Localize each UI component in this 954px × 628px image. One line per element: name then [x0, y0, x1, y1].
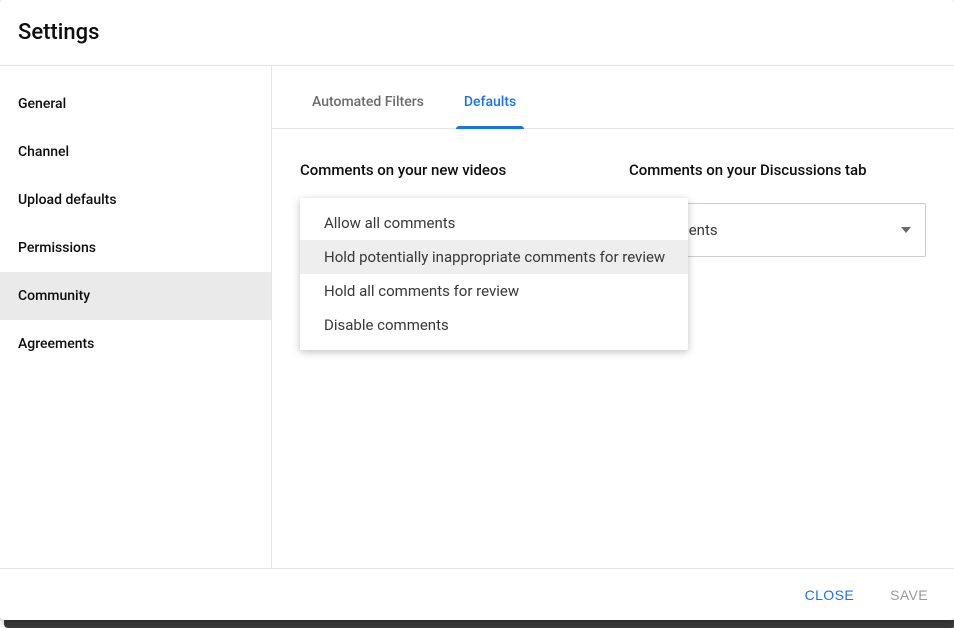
dialog-shadow — [4, 620, 954, 628]
dialog-footer: CLOSE SAVE — [0, 568, 954, 620]
main-panel: Automated Filters Defaults Comments on y… — [272, 66, 954, 568]
save-button[interactable]: SAVE — [886, 581, 932, 609]
sidebar-item-label: Agreements — [18, 336, 94, 352]
dialog-header: Settings — [0, 0, 954, 65]
dropdown-option-allow-all[interactable]: Allow all comments — [300, 206, 688, 240]
dropdown-option-label: Hold potentially inappropriate comments … — [324, 248, 665, 266]
dropdown-option-label: Hold all comments for review — [324, 282, 519, 300]
tabs: Automated Filters Defaults — [272, 66, 954, 129]
sidebar-item-label: Community — [18, 288, 90, 304]
dropdown-option-disable[interactable]: Disable comments — [300, 308, 688, 342]
dropdown-option-label: Disable comments — [324, 316, 449, 334]
tab-defaults[interactable]: Defaults — [456, 94, 524, 128]
dropdown-option-hold-all[interactable]: Hold all comments for review — [300, 274, 688, 308]
sidebar-item-label: Permissions — [18, 240, 96, 256]
dropdown-option-label: Allow all comments — [324, 214, 455, 232]
sidebar-item-community[interactable]: Community — [0, 272, 271, 320]
sidebar-item-label: Upload defaults — [18, 192, 117, 208]
sidebar-item-general[interactable]: General — [0, 80, 271, 128]
sidebar: General Channel Upload defaults Permissi… — [0, 66, 272, 568]
column-new-videos: Comments on your new videos Allow all co… — [300, 161, 597, 257]
sidebar-item-agreements[interactable]: Agreements — [0, 320, 271, 368]
page-title: Settings — [18, 20, 936, 45]
caret-down-icon — [901, 227, 911, 233]
tab-automated-filters[interactable]: Automated Filters — [304, 94, 432, 128]
close-button[interactable]: CLOSE — [801, 581, 858, 609]
section-title-new-videos: Comments on your new videos — [300, 161, 597, 179]
dialog-body: General Channel Upload defaults Permissi… — [0, 65, 954, 568]
sidebar-item-upload-defaults[interactable]: Upload defaults — [0, 176, 271, 224]
sidebar-item-label: General — [18, 96, 66, 112]
settings-dialog: Settings General Channel Upload defaults… — [0, 0, 954, 620]
sidebar-item-label: Channel — [18, 144, 69, 160]
content: Comments on your new videos Allow all co… — [272, 129, 954, 289]
sidebar-item-permissions[interactable]: Permissions — [0, 224, 271, 272]
comment-mode-dropdown: Allow all comments Hold potentially inap… — [300, 198, 688, 350]
tab-label: Automated Filters — [312, 94, 424, 110]
tab-label: Defaults — [464, 94, 516, 110]
sidebar-item-channel[interactable]: Channel — [0, 128, 271, 176]
section-title-discussions: Comments on your Discussions tab — [629, 161, 926, 179]
dropdown-option-hold-inappropriate[interactable]: Hold potentially inappropriate comments … — [300, 240, 688, 274]
